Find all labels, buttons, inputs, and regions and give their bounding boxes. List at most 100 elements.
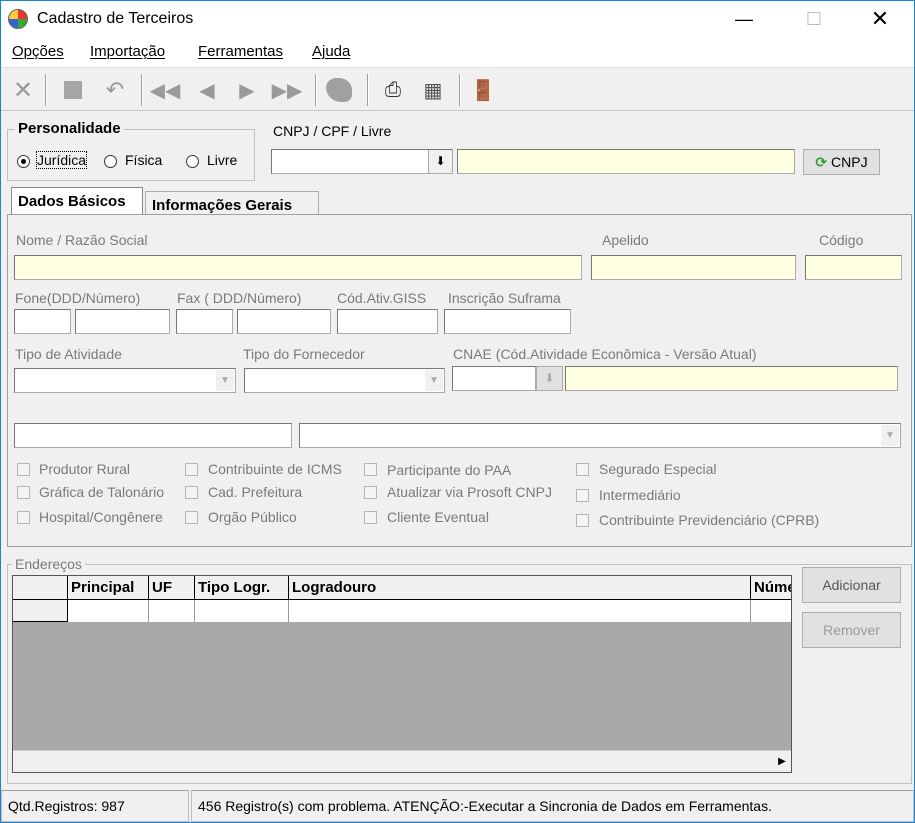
chk-cliente-eventual[interactable] bbox=[364, 511, 377, 524]
tipo-atividade-select[interactable]: ▼ bbox=[14, 368, 236, 393]
tipo-fornecedor-select[interactable]: ▼ bbox=[244, 368, 445, 393]
col-numero[interactable]: Núme bbox=[751, 576, 791, 600]
status-count: Qtd.Registros: 987 bbox=[1, 790, 189, 822]
apelido-field[interactable] bbox=[591, 255, 796, 280]
cnae-lookup-button[interactable]: ⬇ bbox=[536, 366, 563, 391]
radio-juridica-label[interactable]: Jurídica bbox=[35, 151, 88, 169]
extra-code-field[interactable] bbox=[14, 423, 292, 448]
chk-segurado-especial-label: Segurado Especial bbox=[599, 461, 717, 477]
close-window-icon[interactable]: ✕ bbox=[857, 1, 903, 37]
app-icon bbox=[8, 9, 28, 29]
codigo-label: Código bbox=[819, 232, 864, 248]
chk-participante-paa[interactable] bbox=[364, 463, 377, 476]
undo-icon[interactable]: ↶ bbox=[99, 74, 131, 106]
doc-number-field[interactable] bbox=[457, 149, 795, 174]
chk-cad-prefeitura[interactable] bbox=[185, 486, 198, 499]
last-record-icon[interactable]: ▶▶ bbox=[271, 74, 303, 106]
col-principal[interactable]: Principal bbox=[68, 576, 149, 600]
remover-button[interactable]: Remover bbox=[802, 612, 901, 648]
extra-select[interactable]: ▼ bbox=[299, 423, 901, 448]
chk-hospital[interactable] bbox=[17, 511, 30, 524]
title-bar: Cadastro de Terceiros — ☐ ✕ bbox=[1, 1, 914, 37]
chk-contribuinte-icms[interactable] bbox=[185, 463, 198, 476]
codigo-field[interactable] bbox=[805, 255, 902, 280]
fax-ddd-field[interactable] bbox=[176, 309, 233, 334]
fone-numero-field[interactable] bbox=[75, 309, 170, 334]
chk-segurado-especial[interactable] bbox=[576, 463, 589, 476]
table-row[interactable] bbox=[13, 600, 791, 622]
chk-cad-prefeitura-label: Cad. Prefeitura bbox=[208, 484, 303, 500]
personalidade-title: Personalidade bbox=[15, 120, 124, 137]
chk-produtor-rural-label: Produtor Rural bbox=[39, 461, 131, 477]
fax-numero-field[interactable] bbox=[237, 309, 331, 334]
cnae-description-field[interactable] bbox=[565, 366, 898, 391]
enderecos-grid[interactable]: Principal UF Tipo Logr. Logradouro Núme … bbox=[12, 575, 792, 773]
chk-grafica-label: Gráfica de Talonário bbox=[39, 484, 165, 500]
toolbar: ✕ ↶ ◀◀ ◀ ▶ ▶▶ ⎙ ▦ 🚪 bbox=[1, 67, 914, 111]
menu-importacao[interactable]: Importação bbox=[90, 43, 165, 60]
suframa-label: Inscrição Suframa bbox=[448, 290, 561, 306]
adicionar-button[interactable]: Adicionar bbox=[802, 567, 901, 603]
next-record-icon[interactable]: ▶ bbox=[231, 74, 263, 106]
fone-ddd-field[interactable] bbox=[14, 309, 71, 334]
cnae-label: CNAE (Cód.Atividade Econômica - Versão A… bbox=[453, 346, 757, 362]
fone-label: Fone(DDD/Número) bbox=[15, 290, 141, 306]
radio-livre[interactable] bbox=[186, 155, 199, 168]
doc-label: CNPJ / CPF / Livre bbox=[273, 123, 392, 139]
chk-orgao-publico[interactable] bbox=[185, 511, 198, 524]
chevron-down-icon: ▼ bbox=[216, 370, 234, 391]
chk-intermediario[interactable] bbox=[576, 489, 589, 502]
brazil-map-icon[interactable] bbox=[323, 74, 355, 106]
chk-participante-paa-label: Participante do PAA bbox=[387, 462, 512, 478]
radio-livre-label[interactable]: Livre bbox=[207, 152, 237, 168]
chevron-down-icon: ▼ bbox=[425, 370, 443, 391]
print-preview-icon[interactable]: ▦ bbox=[417, 74, 449, 106]
grid-corner bbox=[13, 576, 68, 600]
prev-record-icon[interactable]: ◀ bbox=[191, 74, 223, 106]
nome-label: Nome / Razão Social bbox=[16, 232, 148, 248]
chk-grafica[interactable] bbox=[17, 486, 30, 499]
scroll-right-icon[interactable]: ▶ bbox=[773, 753, 791, 770]
menu-ajuda[interactable]: Ajuda bbox=[312, 43, 350, 60]
chk-contribuinte-icms-label: Contribuinte de ICMS bbox=[208, 461, 342, 477]
cod-ativ-field[interactable] bbox=[337, 309, 438, 334]
doc-type-combo[interactable]: ⬇ bbox=[271, 149, 453, 174]
status-message: 456 Registro(s) com problema. ATENÇÃO:-E… bbox=[191, 790, 914, 822]
refresh-icon: ⟳ bbox=[815, 154, 828, 170]
chk-cliente-eventual-label: Cliente Eventual bbox=[387, 509, 489, 525]
enderecos-title: Endereços bbox=[12, 556, 85, 572]
radio-juridica[interactable] bbox=[17, 155, 30, 168]
maximize-icon[interactable]: ☐ bbox=[791, 1, 837, 37]
col-uf[interactable]: UF bbox=[149, 576, 195, 600]
minimize-icon[interactable]: — bbox=[721, 1, 767, 37]
cnpj-button[interactable]: ⟳ CNPJ bbox=[803, 149, 880, 175]
download-arrow-icon[interactable]: ⬇ bbox=[428, 150, 452, 173]
menu-bar: Opções Importação Ferramentas Ajuda bbox=[1, 37, 914, 67]
chk-atualizar-prosoft[interactable] bbox=[364, 486, 377, 499]
cnae-code-field[interactable] bbox=[452, 366, 536, 391]
download-arrow-icon: ⬇ bbox=[544, 371, 555, 385]
radio-fisica-label[interactable]: Física bbox=[125, 152, 162, 168]
chk-cprb[interactable] bbox=[576, 514, 589, 527]
print-icon[interactable]: ⎙ bbox=[377, 74, 409, 106]
tab-dados-basicos[interactable]: Dados Básicos bbox=[11, 187, 143, 215]
chk-hospital-label: Hospital/Congênere bbox=[39, 509, 163, 525]
horizontal-scrollbar[interactable]: ▶ bbox=[13, 750, 791, 772]
menu-opcoes[interactable]: Opções bbox=[12, 43, 64, 60]
suframa-field[interactable] bbox=[444, 309, 571, 334]
first-record-icon[interactable]: ◀◀ bbox=[149, 74, 181, 106]
nome-field[interactable] bbox=[14, 255, 582, 280]
cod-ativ-label: Cód.Ativ.GISS bbox=[337, 290, 427, 306]
close-icon[interactable]: ✕ bbox=[7, 74, 39, 106]
stop-icon[interactable] bbox=[57, 74, 89, 106]
tipo-fornecedor-label: Tipo do Fornecedor bbox=[243, 346, 365, 362]
chk-intermediario-label: Intermediário bbox=[599, 487, 681, 503]
exit-door-icon[interactable]: 🚪 bbox=[467, 74, 499, 106]
tipo-atividade-label: Tipo de Atividade bbox=[15, 346, 122, 362]
chk-produtor-rural[interactable] bbox=[17, 463, 30, 476]
col-tipo-logr[interactable]: Tipo Logr. bbox=[195, 576, 289, 600]
col-logradouro[interactable]: Logradouro bbox=[289, 576, 751, 600]
radio-fisica[interactable] bbox=[104, 155, 117, 168]
tab-informacoes-gerais[interactable]: Informações Gerais bbox=[145, 191, 319, 215]
menu-ferramentas[interactable]: Ferramentas bbox=[198, 43, 283, 60]
